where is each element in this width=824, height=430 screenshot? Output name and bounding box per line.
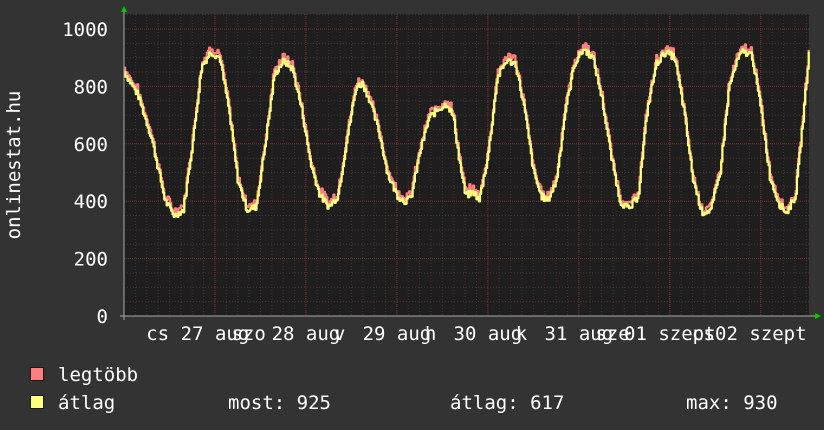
x-tick-label: cs <box>146 323 169 345</box>
stat-average: átlag: 617 <box>450 392 565 414</box>
x-tick-label: szo <box>231 323 265 345</box>
legend-avg: átlag most: 925 átlag: 617 max: 930 <box>30 393 810 413</box>
y-tick-labels: 0 200 400 600 800 1000 <box>62 19 108 328</box>
x-tick-label: v <box>334 323 345 345</box>
x-tick-label: 28 aug <box>272 323 341 345</box>
y-tick-label: 1000 <box>62 19 108 41</box>
legend-max-label: legtöbb <box>58 364 139 386</box>
x-tick-label: h <box>425 323 436 345</box>
y-axis-label: onlinestat.hu <box>3 91 25 240</box>
x-tick-label: 29 aug <box>363 323 432 345</box>
stat-current: most: 925 <box>228 392 331 414</box>
legend-max-swatch <box>30 367 44 381</box>
y-tick-label: 600 <box>74 134 108 156</box>
x-axis-arrow <box>815 313 821 319</box>
x-tick-label: 02 szept <box>715 323 807 345</box>
stat-maximum: max: 930 <box>686 392 778 414</box>
legend-avg-label: átlag <box>58 392 116 414</box>
y-tick-label: 200 <box>74 249 108 271</box>
x-tick-label: k <box>516 323 528 345</box>
line-chart: 02004006008001000 cs 27 augszo 28 augv 29 a… <box>3 6 821 345</box>
x-tick-label: cs <box>692 323 715 345</box>
x-tick-labels: cs 27 augszo 28 augv 29 augh 30 augk 31 augsz… <box>146 323 806 345</box>
y-axis-arrow <box>121 6 127 12</box>
legend-avg-swatch <box>30 395 44 409</box>
x-tick-label: 30 aug <box>454 323 523 345</box>
y-tick-label: 800 <box>74 76 108 98</box>
y-tick-label: 400 <box>74 191 108 213</box>
y-tick-label: 0 <box>97 306 108 328</box>
